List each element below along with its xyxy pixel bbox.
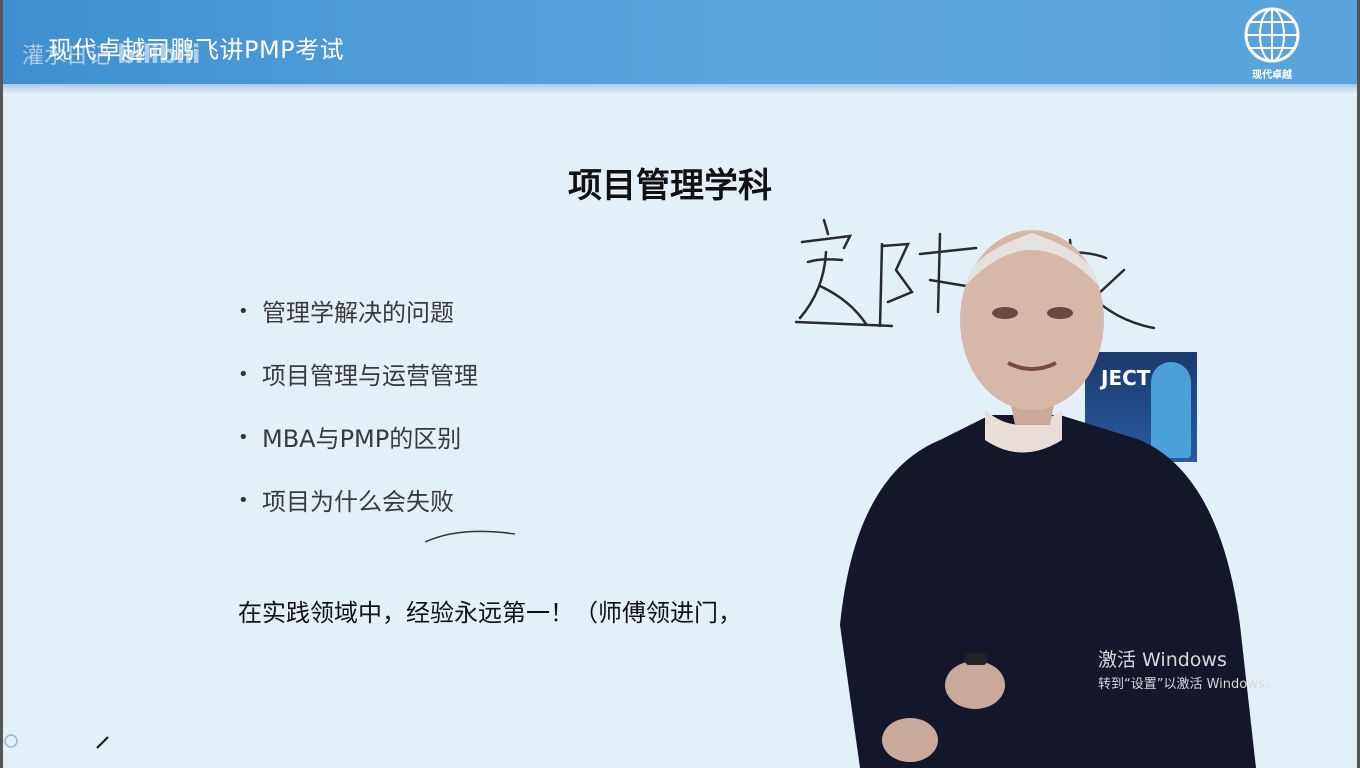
- video-frame-edge-left: [0, 0, 3, 768]
- corner-ring-icon: [4, 734, 18, 748]
- course-title: 现代卓越司鹏飞讲PMP考试: [48, 36, 345, 64]
- bullet-dot-icon: •: [238, 427, 249, 448]
- bullet-dot-icon: •: [238, 490, 249, 511]
- bullet-dot-icon: •: [238, 364, 249, 385]
- slide: 灌水日记 bilibili 现代卓越司鹏飞讲PMP考试 现代卓越 项目管理学科 …: [0, 0, 1360, 768]
- windows-activation-notice: 激活 Windows 转到“设置”以激活 Windows。: [1098, 648, 1278, 694]
- header-shadow: [0, 84, 1360, 94]
- globe-icon: [1244, 7, 1300, 63]
- bullet-list: • 管理学解决的问题 • 项目管理与运营管理 • MBA与PMP的区别 • 项目为什么会…: [238, 297, 478, 549]
- slide-note: 在实践领域中，经验永远第一！（师傅领进门，: [238, 599, 742, 627]
- activation-subtitle: 转到“设置”以激活 Windows。: [1098, 677, 1278, 692]
- bullet-text: 项目为什么会失败: [262, 488, 454, 516]
- activation-title: 激活 Windows: [1098, 649, 1227, 671]
- bullet-item: • 管理学解决的问题: [238, 297, 478, 360]
- bullet-text: 管理学解决的问题: [262, 299, 454, 327]
- bullet-text: 项目管理与运营管理: [262, 362, 478, 390]
- bullet-dot-icon: •: [238, 301, 249, 322]
- company-logo: 现代卓越: [1236, 4, 1308, 81]
- logo-caption: 现代卓越: [1252, 70, 1292, 81]
- bullet-item: • 项目管理与运营管理: [238, 360, 478, 423]
- bullet-text: MBA与PMP的区别: [262, 425, 462, 453]
- pen-cursor-icon: [96, 736, 109, 749]
- slide-heading: 项目管理学科: [568, 166, 772, 206]
- bullet-item: • MBA与PMP的区别: [238, 423, 478, 486]
- pen-underline-stroke: [424, 530, 516, 543]
